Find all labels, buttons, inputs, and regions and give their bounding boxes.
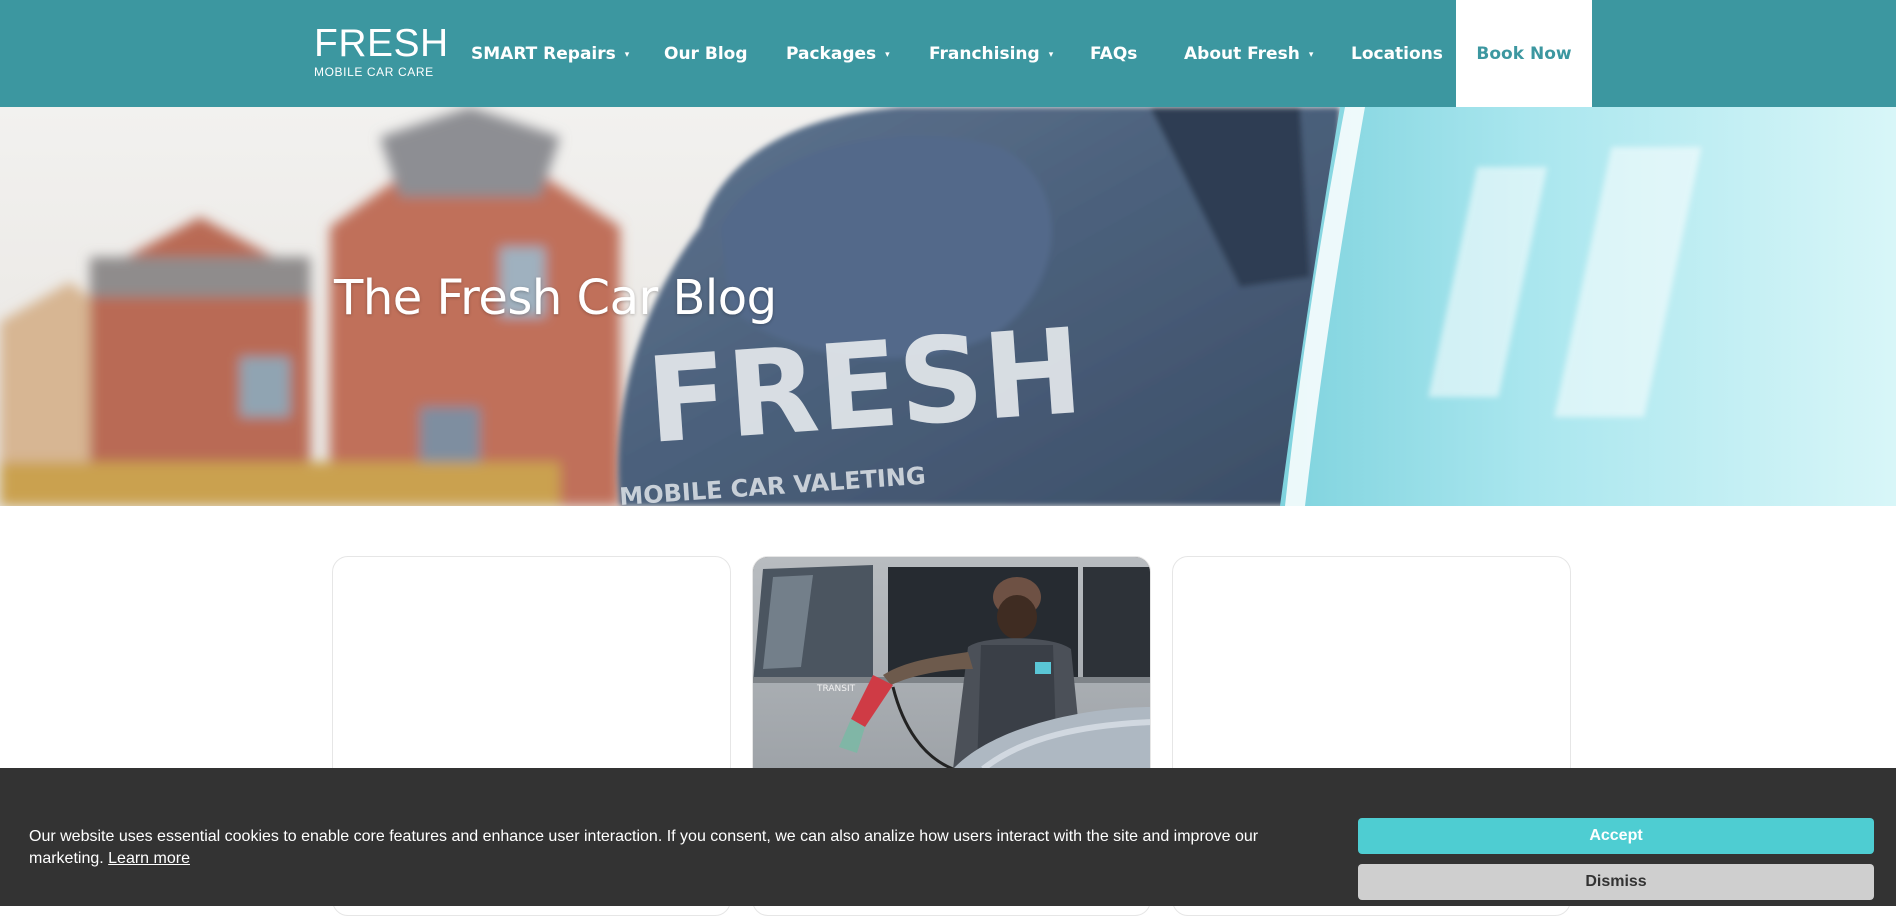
hero-background-image: FRESH MOBILE CAR VALETING (0, 107, 1896, 506)
hero-banner: FRESH MOBILE CAR VALETING The Fresh Car … (0, 107, 1896, 506)
nav-our-blog[interactable]: Our Blog (664, 0, 786, 107)
nav-franchising[interactable]: Franchising ▾ (929, 0, 1090, 107)
logo-wordmark: FRESH (314, 22, 449, 65)
blog-card-image: TRANSIT (753, 557, 1150, 769)
dismiss-cookies-button[interactable]: Dismiss (1358, 864, 1874, 900)
chevron-down-icon: ▾ (624, 49, 630, 60)
nav-locations[interactable]: Locations (1351, 0, 1457, 107)
chevron-down-icon: ▾ (1308, 49, 1314, 60)
logo-tagline: MOBILE CAR CARE (314, 65, 434, 79)
nav-about-fresh[interactable]: About Fresh ▾ (1184, 0, 1351, 107)
cookie-banner: Our website uses essential cookies to en… (0, 768, 1896, 906)
nav-label: Our Blog (664, 43, 748, 64)
nav-label: FAQs (1090, 43, 1138, 64)
accept-cookies-button[interactable]: Accept (1358, 818, 1874, 854)
main-nav: SMART Repairs ▾ Our Blog Packages ▾ Fran… (471, 0, 1457, 107)
page-title: The Fresh Car Blog (334, 270, 777, 326)
nav-smart-repairs[interactable]: SMART Repairs ▾ (471, 0, 664, 107)
site-header: FRESH MOBILE CAR CARE SMART Repairs ▾ Ou… (0, 0, 1896, 107)
nav-packages[interactable]: Packages ▾ (786, 0, 929, 107)
nav-label: SMART Repairs (471, 43, 616, 64)
nav-label: Franchising (929, 43, 1040, 64)
learn-more-link[interactable]: Learn more (108, 850, 190, 867)
nav-label: Locations (1351, 43, 1443, 64)
nav-label: About Fresh (1184, 43, 1300, 64)
chevron-down-icon: ▾ (1048, 49, 1054, 60)
cookie-text: Our website uses essential cookies to en… (29, 828, 1259, 867)
nav-faqs[interactable]: FAQs (1090, 0, 1184, 107)
cookie-message: Our website uses essential cookies to en… (29, 826, 1299, 870)
van-badge-text: TRANSIT (816, 684, 856, 694)
brand-logo[interactable]: FRESH MOBILE CAR CARE (314, 22, 449, 80)
chevron-down-icon: ▾ (885, 49, 890, 60)
book-now-button[interactable]: Book Now (1456, 0, 1592, 107)
nav-label: Packages (786, 43, 877, 64)
